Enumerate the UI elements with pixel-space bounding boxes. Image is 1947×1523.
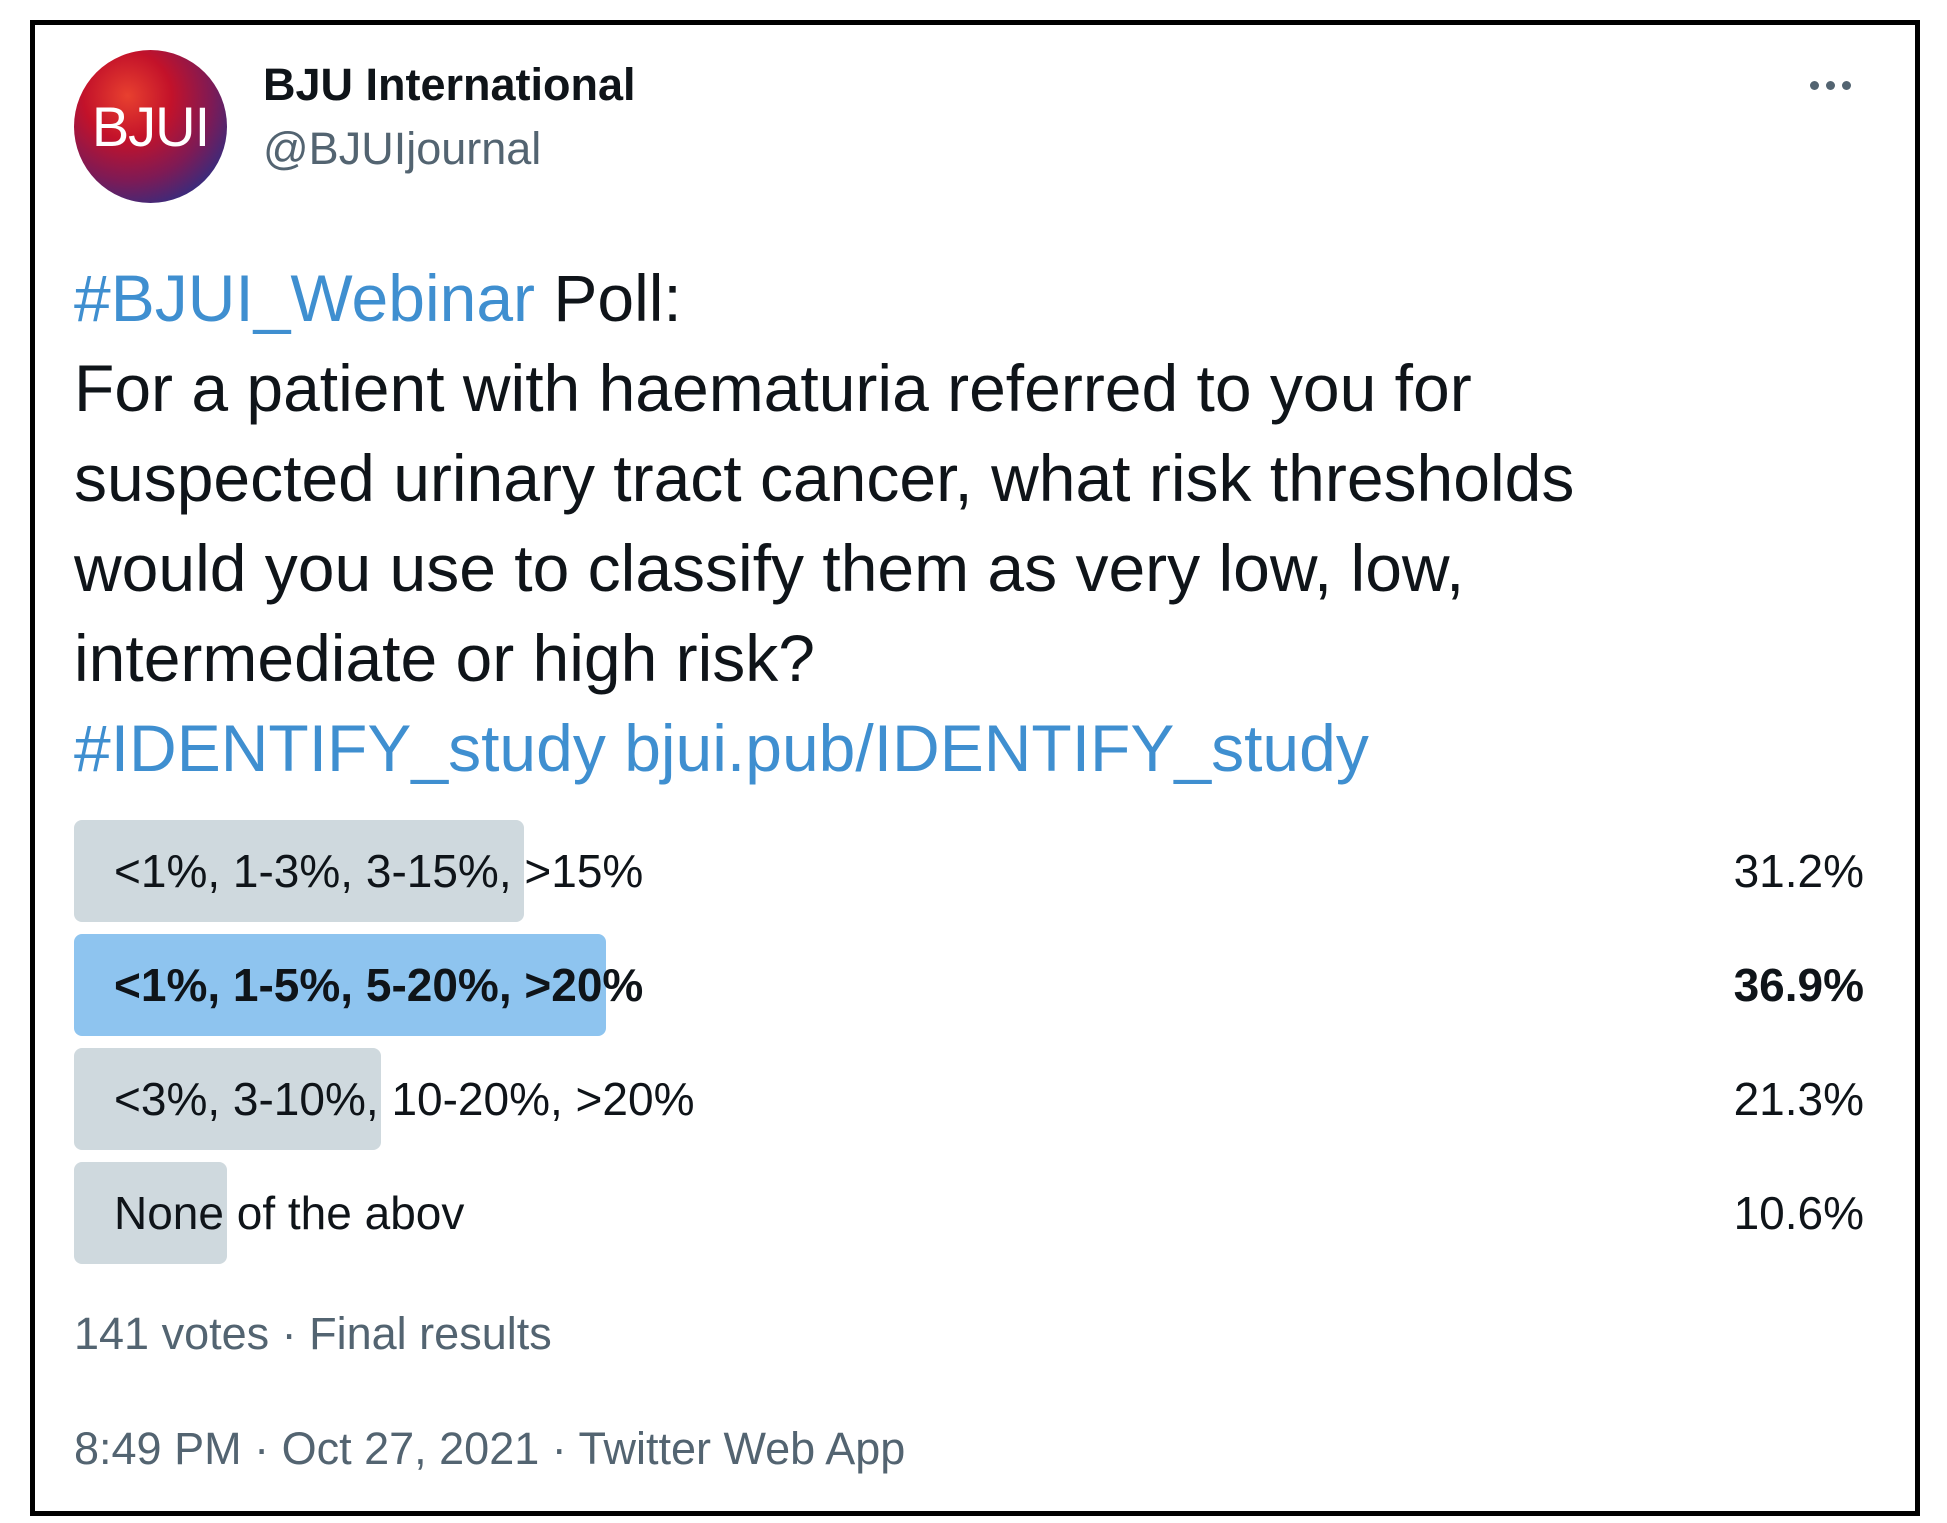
poll-option-label: <1%, 1-5%, 5-20%, >20% — [114, 959, 644, 1011]
more-dot — [1809, 80, 1819, 90]
poll-summary: 141 votes · Final results — [74, 1308, 552, 1360]
more-dot — [1841, 80, 1851, 90]
tweet-line-5: intermediate or high risk? — [74, 621, 816, 695]
poll-status: Final results — [309, 1308, 552, 1359]
poll-option: None of the abov 10.6% — [74, 1162, 1864, 1264]
tweet-line-6: #IDENTIFY_study bjui.pub/IDENTIFY_study — [74, 703, 1874, 793]
tweet-card: BJUI BJU International @BJUIjournal #BJU… — [30, 20, 1920, 1516]
separator-dot: · — [539, 1423, 579, 1474]
hashtag-bjui-webinar[interactable]: #BJUI_Webinar — [74, 261, 535, 335]
tweet-line-4: would you use to classify them as very l… — [74, 531, 1465, 605]
poll: <1%, 1-3%, 3-15%, >15% 31.2% <1%, 1-5%, … — [74, 820, 1864, 1276]
poll-option-percent: 10.6% — [1733, 1187, 1864, 1239]
poll-option-percent: 31.2% — [1733, 845, 1864, 897]
poll-option-percent: 36.9% — [1733, 959, 1864, 1011]
more-dot — [1825, 80, 1835, 90]
more-options-icon[interactable] — [1795, 70, 1865, 100]
vote-count: 141 votes — [74, 1308, 270, 1359]
tweet-line-3: suspected urinary tract cancer, what ris… — [74, 441, 1575, 515]
avatar-logo-text: BJUI — [91, 95, 210, 158]
poll-option-percent: 21.3% — [1733, 1073, 1864, 1125]
hashtag-identify-study[interactable]: #IDENTIFY_study — [74, 711, 606, 785]
tweet-line-1: #BJUI_Webinar Poll: — [74, 253, 1874, 343]
separator-dot: · — [241, 1423, 282, 1474]
poll-label: Poll: — [535, 261, 682, 335]
avatar[interactable]: BJUI — [74, 50, 227, 203]
poll-option: <3%, 3-10%, 10-20%, >20% 21.3% — [74, 1048, 1864, 1150]
study-link[interactable]: bjui.pub/IDENTIFY_study — [624, 711, 1369, 785]
author-name[interactable]: BJU International — [263, 59, 636, 111]
poll-option-label: None of the abov — [114, 1187, 465, 1239]
author-handle[interactable]: @BJUIjournal — [263, 123, 541, 175]
poll-option: <1%, 1-5%, 5-20%, >20% 36.9% — [74, 934, 1864, 1036]
tweet-source[interactable]: Twitter Web App — [578, 1423, 905, 1474]
poll-option-label: <3%, 3-10%, 10-20%, >20% — [114, 1073, 695, 1125]
tweet-text: #BJUI_Webinar Poll: For a patient with h… — [74, 253, 1874, 793]
tweet-time[interactable]: 8:49 PM — [74, 1423, 242, 1474]
tweet-timestamp: 8:49 PM · Oct 27, 2021 · Twitter Web App — [74, 1423, 905, 1475]
poll-option: <1%, 1-3%, 3-15%, >15% 31.2% — [74, 820, 1864, 922]
tweet-date[interactable]: Oct 27, 2021 — [282, 1423, 540, 1474]
separator-dot: · — [269, 1308, 310, 1359]
tweet-line-2: For a patient with haematuria referred t… — [74, 351, 1472, 425]
poll-option-label: <1%, 1-3%, 3-15%, >15% — [114, 845, 644, 897]
